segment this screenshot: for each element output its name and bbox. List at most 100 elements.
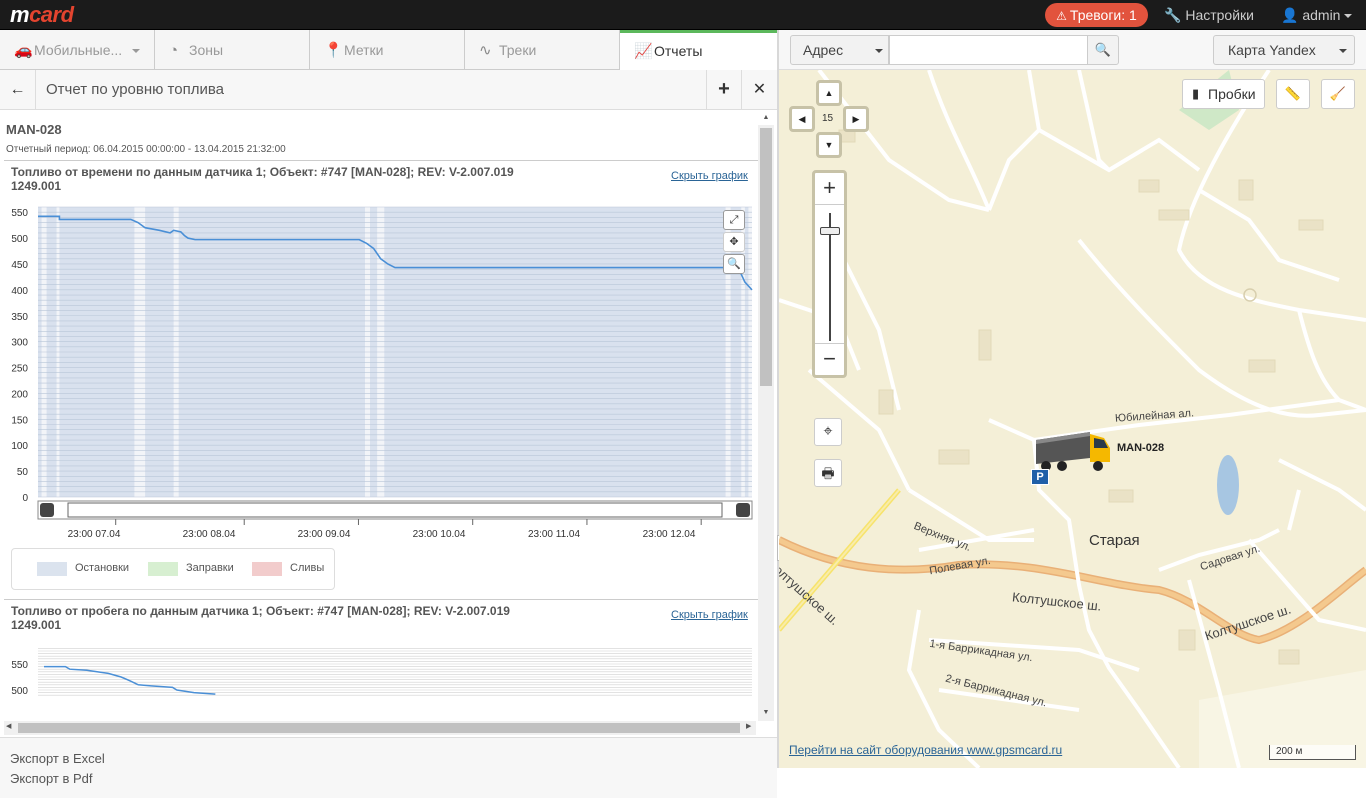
print-button[interactable]: 🖶: [814, 459, 842, 487]
zoom-slider-handle[interactable]: [820, 227, 840, 235]
tab-tracks[interactable]: ∿ Треки: [465, 30, 620, 70]
car-icon: 🚗: [14, 42, 33, 59]
parking-badge: P: [1031, 469, 1049, 485]
tab-reports[interactable]: 📈Отчеты: [620, 30, 777, 70]
fuel-mileage-chart[interactable]: 500 550: [4, 600, 758, 737]
y-tick-label: 500: [11, 686, 28, 697]
chart-legend: Остановки Заправки Сливы: [11, 548, 335, 590]
close-report-button[interactable]: ✕: [741, 70, 777, 109]
scroll-down-icon[interactable]: ▼: [758, 709, 774, 716]
arrow-up-icon: ▲: [824, 88, 834, 98]
arrow-right-icon: ▶: [852, 114, 860, 124]
scroll-thumb[interactable]: [18, 723, 740, 733]
report-title-bar: ← Отчет по уровню топлива + ✕: [0, 70, 777, 110]
map-toolbar: Адрес 🔍 Карта Yandex: [779, 30, 1366, 70]
address-search-input[interactable]: [889, 35, 1088, 65]
zoom-out-button[interactable]: −: [815, 343, 844, 375]
search-icon: 🔍: [1094, 42, 1112, 57]
route-icon: ∿: [479, 42, 492, 59]
y-tick-label: 350: [11, 312, 28, 323]
vertical-scrollbar[interactable]: ▲ ▼: [758, 114, 774, 721]
alarm-badge[interactable]: ⚠ Тревоги: 1: [1045, 3, 1148, 27]
warning-icon: ⚠: [1056, 9, 1067, 23]
chevron-down-icon: [875, 49, 883, 53]
truck-icon: [1036, 432, 1110, 471]
legend-swatch-refuel: [148, 562, 178, 576]
address-select-label: Адрес: [803, 42, 844, 58]
ruler-icon: 📏: [1284, 86, 1302, 101]
logo-m: m: [10, 2, 30, 27]
address-type-select[interactable]: Адрес: [790, 35, 889, 65]
x-tick-label: 23:00 11.04: [528, 529, 581, 540]
ruler-button[interactable]: 📏: [1276, 79, 1310, 109]
scroll-thumb[interactable]: [760, 128, 772, 386]
chart-tools: ⤢ ✥ 🔍: [723, 210, 748, 280]
export-pdf-link[interactable]: Экспорт в Pdf: [10, 771, 93, 786]
zoom-in-button[interactable]: +: [815, 173, 844, 205]
settings-link[interactable]: 🔧 Настройки: [1164, 7, 1254, 24]
tab-mobile-objects[interactable]: 🚗Мобильные...: [0, 30, 155, 70]
scale-bar: 200 м: [1269, 745, 1356, 760]
district-label: Старая: [1089, 532, 1140, 549]
chevron-down-icon: [1344, 14, 1353, 19]
scroll-right-icon[interactable]: ▶: [746, 722, 751, 730]
zone-icon: ◔: [169, 42, 179, 59]
y-tick-label: 0: [22, 493, 28, 504]
map-canvas[interactable]: Юбилейная ал. Старая Верхняя ул. Полевая…: [779, 70, 1366, 768]
map-marker-icon: 📍: [324, 42, 343, 59]
fuel-time-chart-panel: Топливо от времени по данным датчика 1; …: [4, 160, 758, 600]
tab-marks[interactable]: 📍Метки: [310, 30, 465, 70]
y-tick-label: 500: [11, 234, 28, 245]
clear-button[interactable]: 🧹: [1321, 79, 1355, 109]
fuel-mileage-chart-panel: Топливо от пробега по данным датчика 1; …: [4, 599, 758, 737]
add-report-button[interactable]: +: [706, 70, 741, 109]
y-tick-label: 200: [11, 389, 28, 400]
y-tick-label: 100: [11, 441, 28, 452]
fuel-time-chart[interactable]: 0 50 100 150 200 250 300 350 400 450 500 550 23:00 0…: [4, 161, 758, 601]
legend-swatch-drains: [252, 562, 282, 576]
traffic-light-icon: ▮: [1192, 86, 1200, 101]
tab-zones[interactable]: ◔ Зоны: [155, 30, 310, 70]
broom-icon: 🧹: [1329, 86, 1347, 101]
map-tiles[interactable]: [779, 70, 1366, 768]
pan-up-button[interactable]: ▲: [816, 80, 842, 106]
y-tick-label: 550: [11, 208, 28, 219]
fullscreen-icon[interactable]: ⤢: [723, 210, 745, 230]
navigator-left-button: [40, 503, 54, 517]
x-tick-label: 23:00 09.04: [298, 529, 351, 540]
export-excel-link[interactable]: Экспорт в Excel: [10, 751, 105, 766]
address-search-button[interactable]: 🔍: [1087, 35, 1119, 65]
scroll-up-icon[interactable]: ▲: [758, 114, 774, 121]
main-tabs: 🚗Мобильные... ◔ Зоны 📍Метки ∿ Треки 📈Отчет…: [0, 30, 777, 70]
y-tick-label: 250: [11, 364, 28, 375]
pan-right-button[interactable]: ▶: [843, 106, 869, 132]
zoom-icon[interactable]: 🔍: [723, 254, 745, 274]
zoom-control: + −: [812, 170, 847, 378]
logo[interactable]: mcard: [10, 2, 74, 28]
navigator-right-button: [736, 503, 750, 517]
pan-left-button[interactable]: ◀: [789, 106, 815, 132]
zoom-level: 15: [822, 113, 834, 124]
legend-label-drains: Сливы: [290, 562, 325, 574]
y-tick-label: 300: [11, 338, 28, 349]
pan-down-button[interactable]: ▼: [816, 132, 842, 158]
legend-swatch-stops: [37, 562, 67, 576]
crosshair-icon: ⌖: [823, 423, 833, 440]
y-tick-label: 550: [11, 660, 28, 671]
pan-icon[interactable]: ✥: [723, 232, 745, 252]
vehicle-marker[interactable]: [1034, 428, 1112, 474]
tab-label: Отчеты: [654, 43, 703, 59]
back-button[interactable]: ←: [0, 70, 36, 109]
locate-button[interactable]: ⌖: [814, 418, 842, 446]
arrow-left-icon: ←: [9, 81, 26, 98]
map-type-select[interactable]: Карта Yandex: [1213, 35, 1355, 65]
chevron-down-icon: [1339, 49, 1347, 53]
traffic-button[interactable]: ▮ Пробки: [1182, 79, 1265, 109]
user-menu[interactable]: 👤 admin: [1281, 7, 1353, 24]
map-panel: Адрес 🔍 Карта Yandex Юбилейная ал. Стара…: [779, 30, 1366, 768]
horizontal-scrollbar[interactable]: ◀ ▶: [4, 721, 756, 735]
scroll-left-icon[interactable]: ◀: [6, 722, 11, 730]
equipment-site-link[interactable]: Перейти на сайт оборудования www.gpsmcar…: [789, 743, 1062, 757]
top-bar: mcard ⚠ Тревоги: 1 🔧 Настройки 👤 admin: [0, 0, 1366, 30]
y-tick-label: 400: [11, 286, 28, 297]
